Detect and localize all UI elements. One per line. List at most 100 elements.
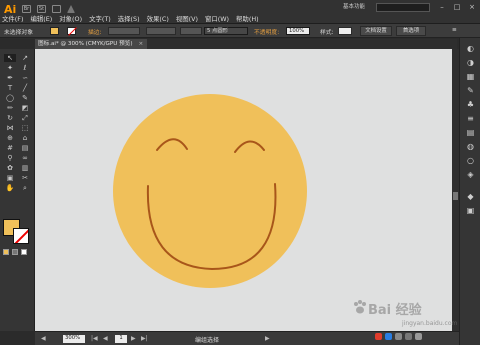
zoom-level-field[interactable]: 300% — [63, 335, 85, 343]
stroke-label[interactable]: 描边: — [88, 27, 102, 36]
tray-network-icon[interactable] — [385, 333, 392, 340]
symbol-sprayer-tool[interactable]: ✿ — [4, 164, 16, 172]
none-mode-icon[interactable] — [21, 249, 27, 255]
slice-tool[interactable]: ✂ — [19, 174, 31, 182]
last-page-icon[interactable]: ▶| — [141, 335, 148, 342]
stroke-color-box[interactable] — [13, 228, 29, 244]
artboard-canvas[interactable] — [35, 49, 452, 331]
paintbrush-tool[interactable]: ✎ — [19, 94, 31, 102]
menu-view[interactable]: 视图(V) — [176, 14, 198, 23]
symbols-icon[interactable]: ♣ — [465, 100, 476, 109]
close-tab-icon[interactable]: × — [139, 41, 144, 47]
color-guide-icon[interactable]: ◑ — [465, 58, 476, 67]
gradient-mode-icon[interactable] — [12, 249, 18, 255]
opacity-field[interactable]: 100% — [286, 27, 310, 35]
minimize-button[interactable]: – — [436, 2, 448, 12]
tray-app-icon[interactable] — [375, 333, 382, 340]
maximize-button[interactable]: □ — [451, 2, 463, 12]
lasso-tool[interactable]: ℓ — [19, 64, 31, 72]
type-tool[interactable]: T — [4, 84, 16, 92]
hand-tool[interactable]: ✋ — [4, 184, 16, 192]
smiley-artwork — [113, 94, 307, 288]
eraser-tool[interactable]: ◩ — [19, 104, 31, 112]
tray-settings-icon[interactable] — [415, 333, 422, 340]
search-input[interactable] — [376, 3, 430, 12]
document-setup-button[interactable]: 文档设置 — [360, 26, 392, 36]
stroke-profile-dropdown[interactable] — [180, 27, 202, 35]
menu-object[interactable]: 对象(O) — [59, 14, 82, 23]
variable-width-profile[interactable] — [146, 27, 176, 35]
fill-swatch[interactable] — [50, 27, 59, 35]
prev-page-icon[interactable]: ◀ — [103, 335, 108, 342]
stroke-weight-field[interactable] — [108, 27, 140, 35]
appearance-icon[interactable]: ○ — [465, 156, 476, 165]
brush-definition[interactable]: 5 点圆形 — [204, 27, 248, 35]
preferences-button[interactable]: 首选项 — [396, 26, 426, 36]
panel-menu-icon[interactable]: ≡ — [452, 27, 457, 33]
rotate-tool[interactable]: ↻ — [4, 114, 16, 122]
gradient-tool[interactable]: ▤ — [19, 144, 31, 152]
eyedropper-tool[interactable]: ⚲ — [4, 154, 16, 162]
menu-help[interactable]: 帮助(H) — [236, 14, 259, 23]
color-panel-icon[interactable]: ◐ — [465, 44, 476, 53]
scale-tool[interactable]: ⤢ — [19, 114, 31, 122]
column-graph-tool[interactable]: ▥ — [19, 164, 31, 172]
perspective-tool[interactable]: ⌂ — [19, 134, 31, 142]
artboard-tool[interactable]: ▣ — [4, 174, 16, 182]
bridge-icon[interactable]: Br — [22, 5, 31, 13]
menu-effect[interactable]: 效果(C) — [147, 14, 169, 23]
stroke-swatch[interactable] — [67, 27, 76, 35]
next-page-icon[interactable]: ▶ — [131, 335, 136, 342]
fill-stroke-control[interactable] — [3, 219, 31, 245]
gradient-icon[interactable]: ▤ — [465, 128, 476, 137]
zoom-tool[interactable]: ⌕ — [19, 184, 31, 192]
status-menu-icon[interactable]: ▶ — [265, 335, 270, 342]
tray-keyboard-icon[interactable] — [405, 333, 412, 340]
shape-builder-tool[interactable]: ⊕ — [4, 134, 16, 142]
line-tool[interactable]: ╱ — [19, 84, 31, 92]
blend-tool[interactable]: ∞ — [19, 154, 31, 162]
direct-selection-tool[interactable]: ↗ — [19, 54, 31, 62]
graphic-styles-icon[interactable]: ◈ — [465, 170, 476, 179]
menu-window[interactable]: 窗口(W) — [205, 14, 229, 23]
width-tool[interactable]: ⋈ — [4, 124, 16, 132]
menu-edit[interactable]: 编辑(E) — [30, 14, 52, 23]
curvature-tool[interactable]: ∽ — [19, 74, 31, 82]
selection-tool[interactable]: ↖ — [4, 54, 16, 62]
ellipse-tool[interactable]: ◯ — [4, 94, 16, 102]
arrange-documents-icon[interactable] — [52, 5, 61, 13]
status-back-arrow[interactable]: ◀ — [41, 335, 46, 342]
stroke-icon[interactable]: ≡ — [465, 114, 476, 123]
close-button[interactable]: × — [466, 2, 478, 12]
swatches-icon[interactable]: ▦ — [465, 72, 476, 81]
menu-file[interactable]: 文件(F) — [2, 14, 23, 23]
pencil-tool[interactable]: ✏ — [4, 104, 16, 112]
pen-tool[interactable]: ✒ — [4, 74, 16, 82]
magic-wand-tool[interactable]: ✦ — [4, 64, 16, 72]
free-transform-tool[interactable]: ⬚ — [19, 124, 31, 132]
artboards-icon[interactable]: ▣ — [465, 206, 476, 215]
transparency-icon[interactable]: ◍ — [465, 142, 476, 151]
stock-icon[interactable]: St — [37, 5, 46, 13]
document-tab[interactable]: 图标.ai* @ 300% (CMYK/GPU 预览) × — [35, 39, 147, 49]
mesh-tool[interactable]: # — [4, 144, 16, 152]
control-bar: 未选择对象 描边: 5 点圆形 不透明度: 100% 样式: 文档设置 首选项 … — [0, 24, 480, 38]
artboard-number-field[interactable]: 1 — [115, 335, 127, 343]
opacity-label[interactable]: 不透明度: — [254, 27, 279, 36]
watermark-url: jingyan.baidu.com — [402, 320, 458, 327]
menu-select[interactable]: 选择(S) — [118, 14, 140, 23]
window-controls: – □ × — [436, 2, 478, 12]
workspace-switcher[interactable]: 基本功能 — [340, 3, 368, 12]
menu-type[interactable]: 文字(T) — [89, 14, 111, 23]
sync-icon[interactable] — [67, 5, 75, 13]
color-mode-icon[interactable] — [3, 249, 9, 255]
vertical-scrollbar[interactable] — [452, 49, 459, 331]
first-page-icon[interactable]: |◀ — [91, 335, 98, 342]
tray-icons — [375, 333, 422, 340]
graphic-style-swatch[interactable] — [338, 27, 352, 35]
tray-volume-icon[interactable] — [395, 333, 402, 340]
layers-icon[interactable]: ◆ — [465, 192, 476, 201]
brushes-icon[interactable]: ✎ — [465, 86, 476, 95]
main-menu: 文件(F) 编辑(E) 对象(O) 文字(T) 选择(S) 效果(C) 视图(V… — [2, 14, 259, 23]
scroll-thumb[interactable] — [453, 192, 458, 200]
